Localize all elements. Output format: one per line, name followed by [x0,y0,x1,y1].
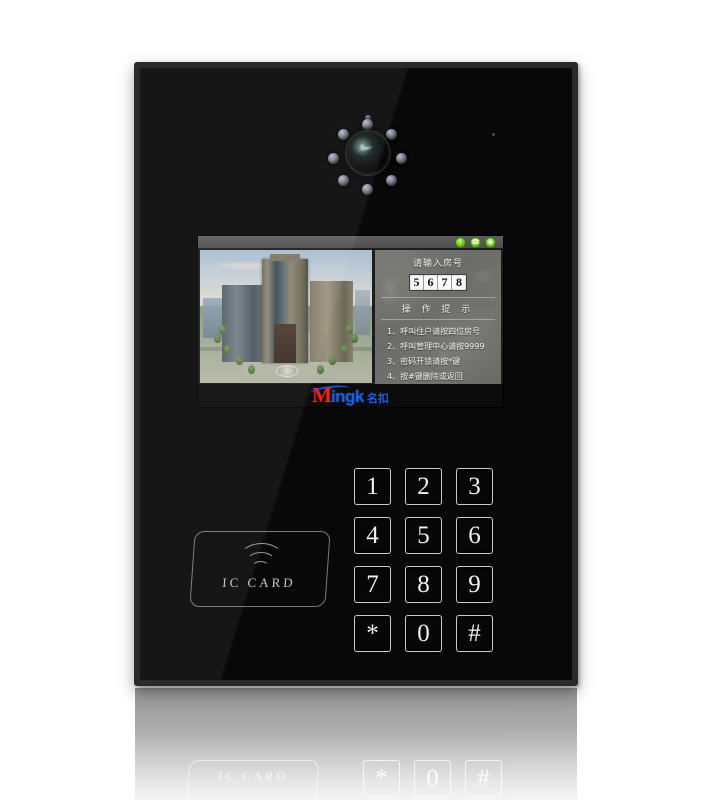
room-number-display: 5 6 7 8 [409,274,467,292]
ir-led-icon [386,175,397,186]
camera-lens-icon [348,133,388,173]
ir-led-icon [338,129,349,140]
lcd-display: i ☎ ◉ 请输入房号 5 6 7 8 操 作 提 示 1、呼叫住户请按四位房号… [197,235,504,408]
microphone-pinhole-icon [492,133,495,136]
rfid-wave-icon [237,543,285,573]
building-rendering-image [200,250,372,384]
key-4[interactable]: 4 [354,517,391,554]
divider [381,297,495,299]
ic-card-reader-zone[interactable]: IC CARD [189,531,331,607]
info-panel: 请输入房号 5 6 7 8 操 作 提 示 1、呼叫住户请按四位房号 2、呼叫管… [375,250,501,385]
ir-led-icon [386,129,397,140]
ir-led-icon [328,153,339,164]
ir-led-icon [362,119,373,130]
key-2[interactable]: 2 [405,468,442,505]
divider [381,319,495,321]
ir-led-icon [362,184,373,195]
prompt-title: 请输入房号 [412,259,463,270]
tip-item: 1、呼叫住户请按四位房号 [387,327,481,337]
room-digit: 8 [456,275,462,290]
keypad: 1 2 3 4 5 6 7 8 9 * 0 # [354,468,493,652]
key-7[interactable]: 7 [354,566,391,603]
room-digit: 7 [438,275,452,291]
key-hash[interactable]: # [456,615,493,652]
intercom-device: i ☎ ◉ 请输入房号 5 6 7 8 操 作 提 示 1、呼叫住户请按四位房号… [134,62,578,686]
key-8[interactable]: 8 [405,566,442,603]
tip-item: 2、呼叫管理中心请按9999 [387,341,485,351]
info-status-icon[interactable]: i [455,236,466,248]
key-star[interactable]: * [354,615,391,652]
room-digit: 6 [424,275,438,291]
key-9[interactable]: 9 [456,566,493,603]
tips-list: 1、呼叫住户请按四位房号 2、呼叫管理中心请按9999 3、密码开锁请按*键 4… [375,325,501,384]
logo-chinese-name: 名扣 [366,392,389,406]
brand-footer: M ingk 名扣 [198,383,503,407]
ic-card-label: IC CARD [221,575,297,590]
key-6[interactable]: 6 [456,517,493,554]
key-0[interactable]: 0 [405,615,442,652]
call-status-icon[interactable]: ☎ [470,236,481,248]
tip-item: 3、密码开锁请按*键 [387,356,461,366]
status-bar: i ☎ ◉ [198,236,503,249]
reflection-fade-overlay [135,688,577,800]
tips-title: 操 作 提 示 [401,305,475,316]
brand-logo: M ingk 名扣 [309,383,389,406]
room-digit: 5 [410,275,424,291]
key-3[interactable]: 3 [456,468,493,505]
camera-module [324,109,412,197]
ir-led-icon [396,153,407,164]
key-5[interactable]: 5 [405,517,442,554]
key-1[interactable]: 1 [354,468,391,505]
tip-item: 4、按#键删除或返回 [387,371,463,381]
network-status-icon[interactable]: ◉ [485,236,496,248]
glass-front-panel: i ☎ ◉ 请输入房号 5 6 7 8 操 作 提 示 1、呼叫住户请按四位房号… [140,68,572,680]
ir-led-icon [338,175,349,186]
